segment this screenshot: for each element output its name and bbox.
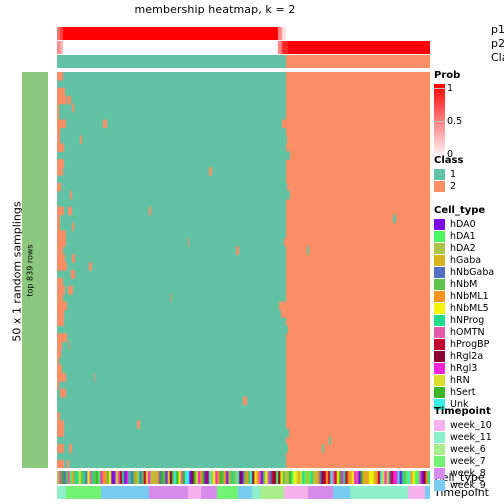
legend-timepoint-swatch bbox=[434, 444, 445, 455]
legend-timepoint-item: week_8 bbox=[434, 468, 492, 479]
legend-cell-type-item: hDA2 bbox=[434, 243, 494, 254]
legend-cell-type-item: hDA0 bbox=[434, 219, 494, 230]
legend-class-title: Class bbox=[434, 155, 464, 166]
legend-class-item: 2 bbox=[434, 181, 463, 192]
annotation-row-p2: p2 bbox=[57, 37, 504, 54]
legend-cell-type-label: hNbM bbox=[450, 279, 478, 290]
legend-cell-type-label: hRN bbox=[450, 375, 470, 386]
heatmap-figure: membership heatmap, k = 2 p1 p2 Class 50… bbox=[0, 0, 504, 504]
annotation-row-timepoint bbox=[57, 486, 430, 499]
legend-timepoint-swatch bbox=[434, 456, 445, 467]
legend-cell-type-swatch bbox=[434, 387, 445, 398]
legend-cell-type-swatch bbox=[434, 255, 445, 266]
legend-cell-type-item: hGaba bbox=[434, 255, 494, 266]
prob-tick-mark bbox=[434, 88, 445, 89]
annotation-label-p2: p2 bbox=[491, 37, 504, 50]
legend-cell-type-label: hProgBP bbox=[450, 339, 490, 350]
legend-cell-type-item: hNbML5 bbox=[434, 303, 494, 314]
legend-cell-type-label: hDA1 bbox=[450, 231, 476, 242]
legend-timepoint-label: week_10 bbox=[450, 420, 492, 431]
prob-tick-label: 1 bbox=[447, 83, 454, 94]
legend-cell-type-label: hSert bbox=[450, 387, 476, 398]
legend-timepoint-label: week_7 bbox=[450, 456, 486, 467]
legend-cell-type-swatch bbox=[434, 243, 445, 254]
legend-cell-type-item: hRgl3 bbox=[434, 363, 494, 374]
legend-cell-type-label: hGaba bbox=[450, 255, 482, 266]
legend-cell-type-swatch bbox=[434, 339, 445, 350]
legend-timepoint-item: week_6 bbox=[434, 444, 492, 455]
legend-cell-type-swatch bbox=[434, 267, 445, 278]
legend-cell-type-item: hRgl2a bbox=[434, 351, 494, 362]
annotation-row-class: Class bbox=[57, 51, 504, 68]
legend-prob: Prob 1 0.5 0 bbox=[434, 70, 462, 159]
legend-cell-type-swatch bbox=[434, 291, 445, 302]
legend-cell-type-item: hRN bbox=[434, 375, 494, 386]
legend-timepoint: Timepoint week_10 week_11 week_6 week_7 week… bbox=[434, 406, 492, 492]
legend-timepoint-item: week_10 bbox=[434, 420, 492, 431]
legend-cell-type-label: hNbML5 bbox=[450, 303, 489, 314]
legend-timepoint-title: Timepoint bbox=[434, 406, 491, 417]
legend-cell-type-item: hNbGaba bbox=[434, 267, 494, 278]
legend-cell-type-label: hOMTN bbox=[450, 327, 485, 338]
legend-cell-type-item: hNbM bbox=[434, 279, 494, 290]
legend-cell-type-label: hDA0 bbox=[450, 219, 476, 230]
legend-timepoint-swatch bbox=[434, 468, 445, 479]
legend-timepoint-item: week_11 bbox=[434, 432, 492, 443]
legend-cell-type-swatch bbox=[434, 375, 445, 386]
legend-timepoint-swatch bbox=[434, 480, 445, 491]
row-group-label: top 839 rows bbox=[25, 244, 35, 297]
legend-timepoint-swatch bbox=[434, 432, 445, 443]
legend-timepoint-label: week_11 bbox=[450, 432, 492, 443]
prob-tick-mark bbox=[434, 121, 445, 122]
legend-cell-type-item: hNProg bbox=[434, 315, 494, 326]
legend-class-swatch bbox=[434, 181, 445, 192]
legend-cell-type-swatch bbox=[434, 363, 445, 374]
legend-cell-type-item: hProgBP bbox=[434, 339, 494, 350]
legend-cell-type-item: hOMTN bbox=[434, 327, 494, 338]
legend-timepoint-item: week_7 bbox=[434, 456, 492, 467]
legend-cell-type-item: hSert bbox=[434, 387, 494, 398]
legend-class-label: 2 bbox=[450, 181, 457, 192]
legend-prob-gradient: 1 0.5 0 bbox=[434, 84, 462, 159]
legend-timepoint-label: week_8 bbox=[450, 468, 486, 479]
legend-cell-type-swatch bbox=[434, 327, 445, 338]
annotation-label-class: Class bbox=[491, 51, 504, 64]
legend-cell-type-title: Cell_type bbox=[434, 205, 486, 216]
legend-cell-type-label: hRgl3 bbox=[450, 363, 478, 374]
legend-cell-type-label: hNbGaba bbox=[450, 267, 495, 278]
legend-cell-type-swatch bbox=[434, 303, 445, 314]
legend-timepoint-label: week_6 bbox=[450, 444, 486, 455]
legend-cell-type-item: hDA1 bbox=[434, 231, 494, 242]
legend-cell-type-label: hNbML1 bbox=[450, 291, 489, 302]
legend-cell-type: Cell_type hDA0 hDA1 hDA2 hGaba hNbGaba hNbM hN… bbox=[434, 205, 494, 411]
annotation-row-p1: p1 bbox=[57, 23, 504, 40]
legend-cell-type-swatch bbox=[434, 231, 445, 242]
legend-cell-type-item: hNbML1 bbox=[434, 291, 494, 302]
legend-prob-title: Prob bbox=[434, 70, 461, 81]
legend-timepoint-label: week_9 bbox=[450, 480, 486, 491]
figure-title: membership heatmap, k = 2 bbox=[134, 3, 296, 16]
annotation-row-cell-type bbox=[57, 471, 430, 484]
legend-cell-type-label: hDA2 bbox=[450, 243, 476, 254]
legend-cell-type-swatch bbox=[434, 219, 445, 230]
legend-class: Class 12 bbox=[434, 155, 463, 193]
legend-timepoint-swatch bbox=[434, 420, 445, 431]
prob-tick-label: 0.5 bbox=[447, 116, 463, 127]
legend-cell-type-swatch bbox=[434, 315, 445, 326]
heatmap-body bbox=[57, 72, 430, 468]
legend-cell-type-swatch bbox=[434, 351, 445, 362]
legend-class-label: 1 bbox=[450, 169, 457, 180]
legend-cell-type-swatch bbox=[434, 279, 445, 290]
legend-class-item: 1 bbox=[434, 169, 463, 180]
legend-timepoint-item: week_9 bbox=[434, 480, 492, 491]
legend-class-swatch bbox=[434, 169, 445, 180]
legend-cell-type-label: hNProg bbox=[450, 315, 485, 326]
annotation-label-p1: p1 bbox=[491, 23, 504, 36]
legend-cell-type-label: hRgl2a bbox=[450, 351, 484, 362]
